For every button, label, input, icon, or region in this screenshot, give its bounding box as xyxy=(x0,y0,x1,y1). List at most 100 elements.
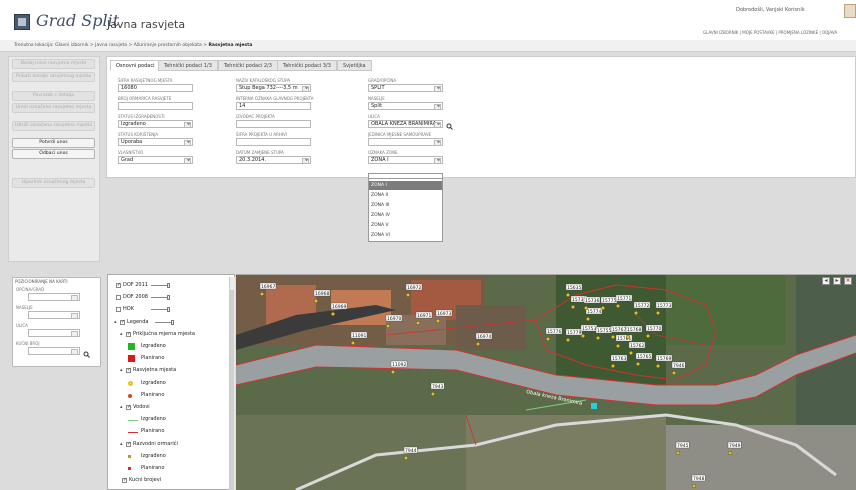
expand-arrow-icon[interactable]: ▴ xyxy=(120,367,123,373)
map-view[interactable]: 16967 16968 16969 16972 16971 16970 16973 16974… xyxy=(236,274,856,490)
text-field[interactable] xyxy=(118,102,193,110)
light-point-marker[interactable] xyxy=(475,341,480,346)
zone-option[interactable]: ZONA VI xyxy=(369,231,442,240)
map-label[interactable]: 15776 xyxy=(547,329,561,335)
chevron-down-icon[interactable] xyxy=(187,141,190,143)
top-nav-links[interactable]: GLAVNI IZBORNIK | MOJE POSTAVKE | PROMJE… xyxy=(703,30,837,35)
select-field[interactable]: ZONA I xyxy=(368,156,443,164)
map-label[interactable]: 15736 xyxy=(585,298,599,304)
tab-0[interactable]: Osnovni podaci xyxy=(110,60,161,71)
sidebar-button[interactable]: Povratak s detalja xyxy=(12,91,95,101)
map-label[interactable]: 7948 xyxy=(693,476,705,482)
map-label[interactable]: 7943 xyxy=(432,384,444,390)
map-label[interactable]: 16971 xyxy=(417,313,431,319)
select-field[interactable]: OBALA KNEZA BRANIMIRA xyxy=(368,120,443,128)
sidebar-button[interactable]: Odbaci unos xyxy=(12,149,95,159)
map-label[interactable]: 15769 xyxy=(657,356,671,362)
layer-checkbox[interactable] xyxy=(126,331,131,337)
sidebar-button[interactable]: Izbriši označeno rasvjetno mjesto xyxy=(12,121,95,131)
zone-option[interactable]: ZONA V xyxy=(369,221,442,230)
map-label[interactable]: 7949 xyxy=(729,443,741,449)
chevron-down-icon[interactable] xyxy=(437,141,440,143)
tab-4[interactable]: Svjetiljka xyxy=(337,60,372,71)
light-point-marker[interactable] xyxy=(728,450,733,455)
light-point-marker[interactable] xyxy=(403,455,408,460)
zone-dropdown-search[interactable] xyxy=(368,173,443,179)
search-icon[interactable] xyxy=(446,123,453,130)
layer-scroll-thumb[interactable] xyxy=(230,290,234,490)
light-point-marker[interactable] xyxy=(566,293,571,298)
light-point-marker[interactable] xyxy=(634,311,639,316)
light-point-marker[interactable] xyxy=(260,292,265,297)
light-point-marker[interactable] xyxy=(546,337,551,342)
expand-arrow-icon[interactable]: ▴ xyxy=(120,331,123,337)
chevron-down-icon[interactable] xyxy=(305,159,308,161)
light-point-marker[interactable] xyxy=(390,369,395,374)
opacity-slider-handle[interactable] xyxy=(167,307,170,313)
select-field[interactable]: 20.3.2014. xyxy=(236,156,311,164)
opacity-slider-handle[interactable] xyxy=(167,295,170,301)
light-point-marker[interactable] xyxy=(626,335,631,340)
light-point-marker[interactable] xyxy=(405,293,410,298)
map-label[interactable]: 16970 xyxy=(387,316,401,322)
location-select[interactable] xyxy=(28,293,80,301)
chevron-down-icon[interactable] xyxy=(187,159,190,161)
zone-option[interactable]: ZONA I xyxy=(369,181,442,190)
light-point-marker[interactable] xyxy=(385,324,390,329)
breadcrumb-path[interactable]: Glavni izbornik > Javna rasvjeta > Ažuri… xyxy=(55,43,207,48)
map-canvas[interactable]: 16967 16968 16969 16972 16971 16970 16973 16974… xyxy=(236,275,856,490)
tab-2[interactable]: Tehnički podaci 2/3 xyxy=(218,60,278,71)
chevron-down-icon[interactable] xyxy=(187,123,190,125)
map-close-button[interactable]: × xyxy=(844,277,852,285)
location-search-icon[interactable] xyxy=(83,351,90,358)
map-label[interactable]: 16968 xyxy=(315,291,329,297)
text-field[interactable]: 14 xyxy=(236,102,311,110)
map-label[interactable]: 16974 xyxy=(477,334,491,340)
map-label[interactable]: 16972 xyxy=(407,285,421,291)
light-point-marker[interactable] xyxy=(313,299,318,304)
map-label[interactable]: 15753 xyxy=(582,326,596,332)
map-label[interactable]: 16969 xyxy=(332,304,346,310)
layer-checkbox[interactable] xyxy=(116,282,121,288)
chevron-down-icon[interactable] xyxy=(437,123,440,125)
sidebar-button[interactable]: Uredi označeno rasvjetno mjesto xyxy=(12,103,95,113)
light-point-marker[interactable] xyxy=(581,334,586,339)
light-point-marker[interactable] xyxy=(646,334,651,339)
chevron-down-icon[interactable] xyxy=(305,87,308,89)
select-field[interactable]: Grad xyxy=(118,156,193,164)
map-label[interactable]: 15771 xyxy=(617,296,631,302)
map-label[interactable]: 15768 xyxy=(627,327,641,333)
map-label[interactable]: 16967 xyxy=(261,284,275,290)
map-label[interactable]: 15779 xyxy=(567,330,581,336)
zone-option[interactable]: ZONA IV xyxy=(369,211,442,220)
light-point-marker[interactable] xyxy=(601,306,606,311)
light-point-marker[interactable] xyxy=(435,319,440,324)
expand-arrow-icon[interactable]: ▴ xyxy=(120,441,123,447)
select-field[interactable]: SPLIT xyxy=(368,84,443,92)
light-point-marker[interactable] xyxy=(611,363,616,368)
map-label[interactable]: 15775 xyxy=(602,298,616,304)
sidebar-button[interactable]: Potvrdi unos xyxy=(12,138,95,148)
light-point-marker[interactable] xyxy=(636,361,641,366)
light-point-marker[interactable] xyxy=(566,338,571,343)
light-point-marker[interactable] xyxy=(611,335,616,340)
light-point-marker[interactable] xyxy=(616,304,621,309)
map-pan-left-button[interactable]: ◂ xyxy=(822,277,830,285)
map-label[interactable]: 15773 xyxy=(657,303,671,309)
layer-checkbox[interactable] xyxy=(126,441,131,447)
map-label[interactable]: 16973 xyxy=(437,311,451,317)
location-select[interactable] xyxy=(28,311,80,319)
map-label[interactable]: 15762 xyxy=(630,343,644,349)
zone-option[interactable]: ZONA III xyxy=(369,201,442,210)
map-label[interactable]: 15767 xyxy=(612,327,626,333)
user-avatar-icon[interactable] xyxy=(844,4,856,18)
map-label[interactable]: 15763 xyxy=(612,356,626,362)
map-label[interactable]: 15770 xyxy=(647,326,661,332)
layer-checkbox[interactable] xyxy=(126,404,131,410)
map-pan-right-button[interactable]: ▸ xyxy=(833,277,841,285)
chevron-down-icon[interactable] xyxy=(437,87,440,89)
map-label[interactable]: 11092 xyxy=(392,362,406,368)
layer-checkbox[interactable] xyxy=(116,295,121,301)
text-field[interactable]: 16080 xyxy=(118,84,193,92)
light-point-marker[interactable] xyxy=(430,391,435,396)
